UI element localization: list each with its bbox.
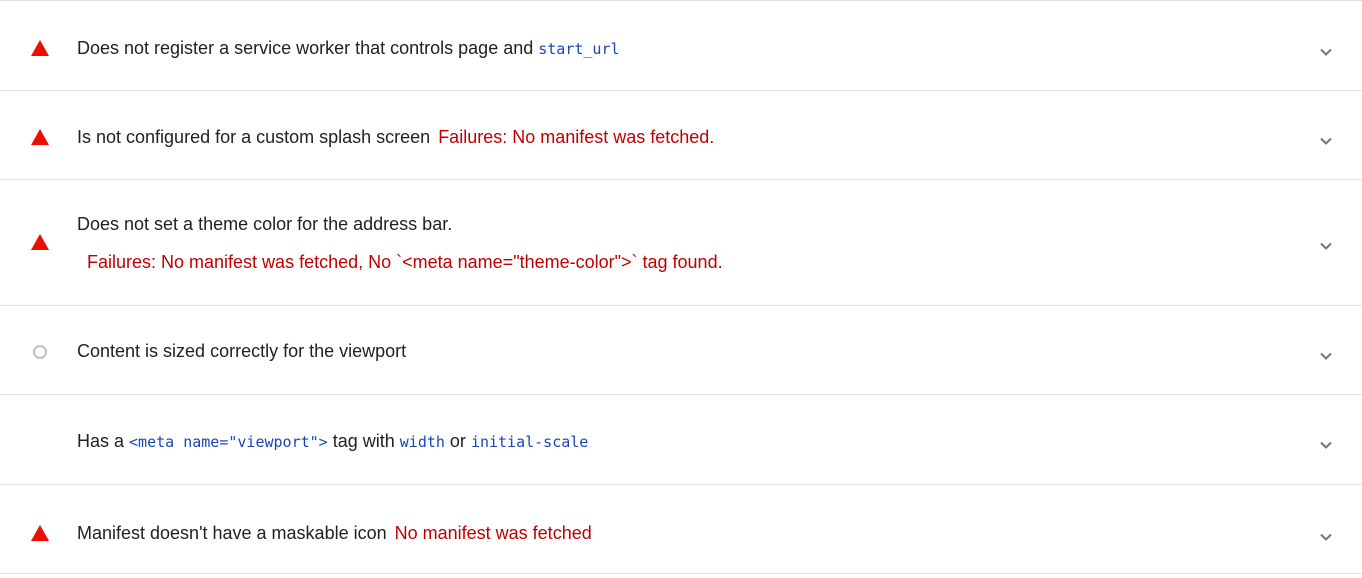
audit-content-width[interactable]: Content is sized correctly for the viewp…	[0, 305, 1362, 394]
audit-list: Does not register a service worker that …	[0, 0, 1362, 574]
audit-title-text: Does not register a service worker that …	[77, 38, 539, 58]
code-initial-scale: initial-scale	[470, 433, 589, 451]
audit-title-text: Manifest doesn't have a maskable icon	[77, 523, 387, 543]
audit-failure-text: Failures: No manifest was fetched.	[438, 127, 715, 147]
warning-triangle-icon	[31, 128, 49, 146]
code-meta-viewport: <meta name="viewport">	[129, 433, 328, 451]
audit-title-text: Is not configured for a custom splash sc…	[77, 127, 431, 147]
audit-title: Manifest doesn't have a maskable icon No …	[77, 522, 592, 544]
audit-viewport[interactable]: Has a <meta name="viewport"> tag with wi…	[0, 394, 1362, 484]
chevron-down-icon[interactable]	[1319, 134, 1333, 148]
chevron-down-icon[interactable]	[1319, 349, 1333, 363]
audit-service-worker[interactable]: Does not register a service worker that …	[0, 0, 1362, 90]
chevron-down-icon[interactable]	[1319, 438, 1333, 452]
audit-title: Has a <meta name="viewport"> tag with wi…	[77, 430, 588, 453]
audit-title: Is not configured for a custom splash sc…	[77, 126, 714, 148]
audit-title: Content is sized correctly for the viewp…	[77, 341, 407, 361]
audit-title-text: or	[444, 431, 471, 451]
circle-icon	[31, 343, 49, 361]
audit-theme-color[interactable]: Does not set a theme color for the addre…	[0, 179, 1362, 305]
audit-title-text: tag with	[327, 431, 400, 451]
warning-triangle-icon	[31, 233, 49, 251]
audit-splash-screen[interactable]: Is not configured for a custom splash sc…	[0, 90, 1362, 179]
audit-failure-text: Failures: No manifest was fetched, No `<…	[87, 252, 723, 272]
audit-maskable-icon[interactable]: Manifest doesn't have a maskable icon No …	[0, 484, 1362, 574]
audit-failure-text: No manifest was fetched	[394, 523, 592, 543]
chevron-down-icon[interactable]	[1319, 530, 1333, 544]
chevron-down-icon[interactable]	[1319, 239, 1333, 253]
audit-title: Does not set a theme color for the addre…	[77, 214, 453, 234]
audit-title-text: Has a	[77, 431, 130, 451]
warning-triangle-icon	[31, 39, 49, 57]
code-width: width	[399, 433, 445, 451]
chevron-down-icon[interactable]	[1319, 45, 1333, 59]
audit-title: Does not register a service worker that …	[77, 37, 620, 60]
warning-triangle-icon	[31, 524, 49, 542]
code-start-url: start_url	[538, 40, 620, 58]
